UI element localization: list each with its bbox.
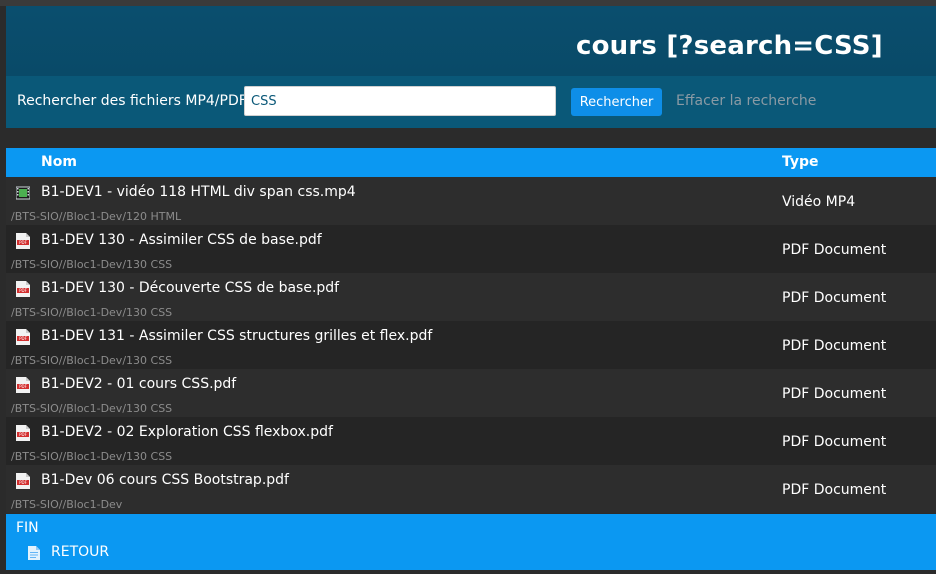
file-path: /BTS-SIO//Bloc1-Dev/130 CSS [11,258,173,271]
clear-search-link[interactable]: Effacer la recherche [676,93,816,109]
svg-text:PDF: PDF [19,240,27,245]
column-header-name[interactable]: Nom [41,154,77,170]
table-row[interactable]: PDF B1-DEV 130 - Découverte CSS de base.… [6,273,936,321]
pdf-file-icon: PDF [16,281,30,297]
table-footer: FIN RETOUR [6,514,936,570]
file-table: Nom Type B1-DEV1 - vidéo 118 HTML div sp… [6,148,936,513]
file-path: /BTS-SIO//Bloc1-Dev/120 HTML [11,210,182,223]
pdf-file-icon: PDF [16,425,30,441]
video-file-icon [15,185,31,201]
file-name-link[interactable]: B1-Dev 06 cours CSS Bootstrap.pdf [41,472,289,488]
file-path: /BTS-SIO//Bloc1-Dev/130 CSS [11,306,173,319]
file-path: /BTS-SIO//Bloc1-Dev/130 CSS [11,402,173,415]
file-type: PDF Document [782,338,887,354]
pdf-file-icon: PDF [16,233,30,249]
svg-text:PDF: PDF [19,288,27,293]
table-row[interactable]: B1-DEV1 - vidéo 118 HTML div span css.mp… [6,177,936,225]
table-row[interactable]: PDF B1-DEV 131 - Assimiler CSS structure… [6,321,936,369]
table-row[interactable]: PDF B1-DEV 130 - Assimiler CSS de base.p… [6,225,936,273]
file-name-link[interactable]: B1-DEV2 - 01 cours CSS.pdf [41,376,236,392]
file-name-link[interactable]: B1-DEV 131 - Assimiler CSS structures gr… [41,328,432,344]
page-title: cours [?search=CSS] [576,31,883,61]
back-link[interactable]: RETOUR [51,544,109,560]
file-type: PDF Document [782,434,887,450]
bottom-strip [0,570,936,574]
svg-text:PDF: PDF [19,384,27,389]
search-input[interactable] [244,86,556,116]
table-row[interactable]: PDF B1-Dev 06 cours CSS Bootstrap.pdf /B… [6,465,936,513]
search-bar: Rechercher des fichiers MP4/PDF : Recher… [6,76,936,128]
file-name-link[interactable]: B1-DEV 130 - Découverte CSS de base.pdf [41,280,339,296]
pdf-file-icon: PDF [16,329,30,345]
svg-text:PDF: PDF [19,432,27,437]
table-header: Nom Type [6,148,936,177]
file-type: PDF Document [782,386,887,402]
file-type: PDF Document [782,290,887,306]
svg-text:PDF: PDF [19,336,27,341]
table-row[interactable]: PDF B1-DEV2 - 01 cours CSS.pdf /BTS-SIO/… [6,369,936,417]
svg-text:PDF: PDF [19,480,27,485]
pdf-file-icon: PDF [16,473,30,489]
file-name-link[interactable]: B1-DEV 130 - Assimiler CSS de base.pdf [41,232,322,248]
file-path: /BTS-SIO//Bloc1-Dev/130 CSS [11,450,173,463]
end-label: FIN [16,520,39,536]
file-path: /BTS-SIO//Bloc1-Dev/130 CSS [11,354,173,367]
document-icon [28,545,40,560]
search-label: Rechercher des fichiers MP4/PDF : [17,93,256,109]
file-name-link[interactable]: B1-DEV2 - 02 Exploration CSS flexbox.pdf [41,424,333,440]
file-type: Vidéo MP4 [782,194,856,210]
column-header-type[interactable]: Type [782,154,819,170]
file-name-link[interactable]: B1-DEV1 - vidéo 118 HTML div span css.mp… [41,184,356,200]
file-path: /BTS-SIO//Bloc1-Dev [11,498,123,511]
page-header: cours [?search=CSS] [6,6,936,76]
table-row[interactable]: PDF B1-DEV2 - 02 Exploration CSS flexbox… [6,417,936,465]
file-type: PDF Document [782,242,887,258]
pdf-file-icon: PDF [16,377,30,393]
file-type: PDF Document [782,482,887,498]
search-button[interactable]: Rechercher [571,88,662,116]
